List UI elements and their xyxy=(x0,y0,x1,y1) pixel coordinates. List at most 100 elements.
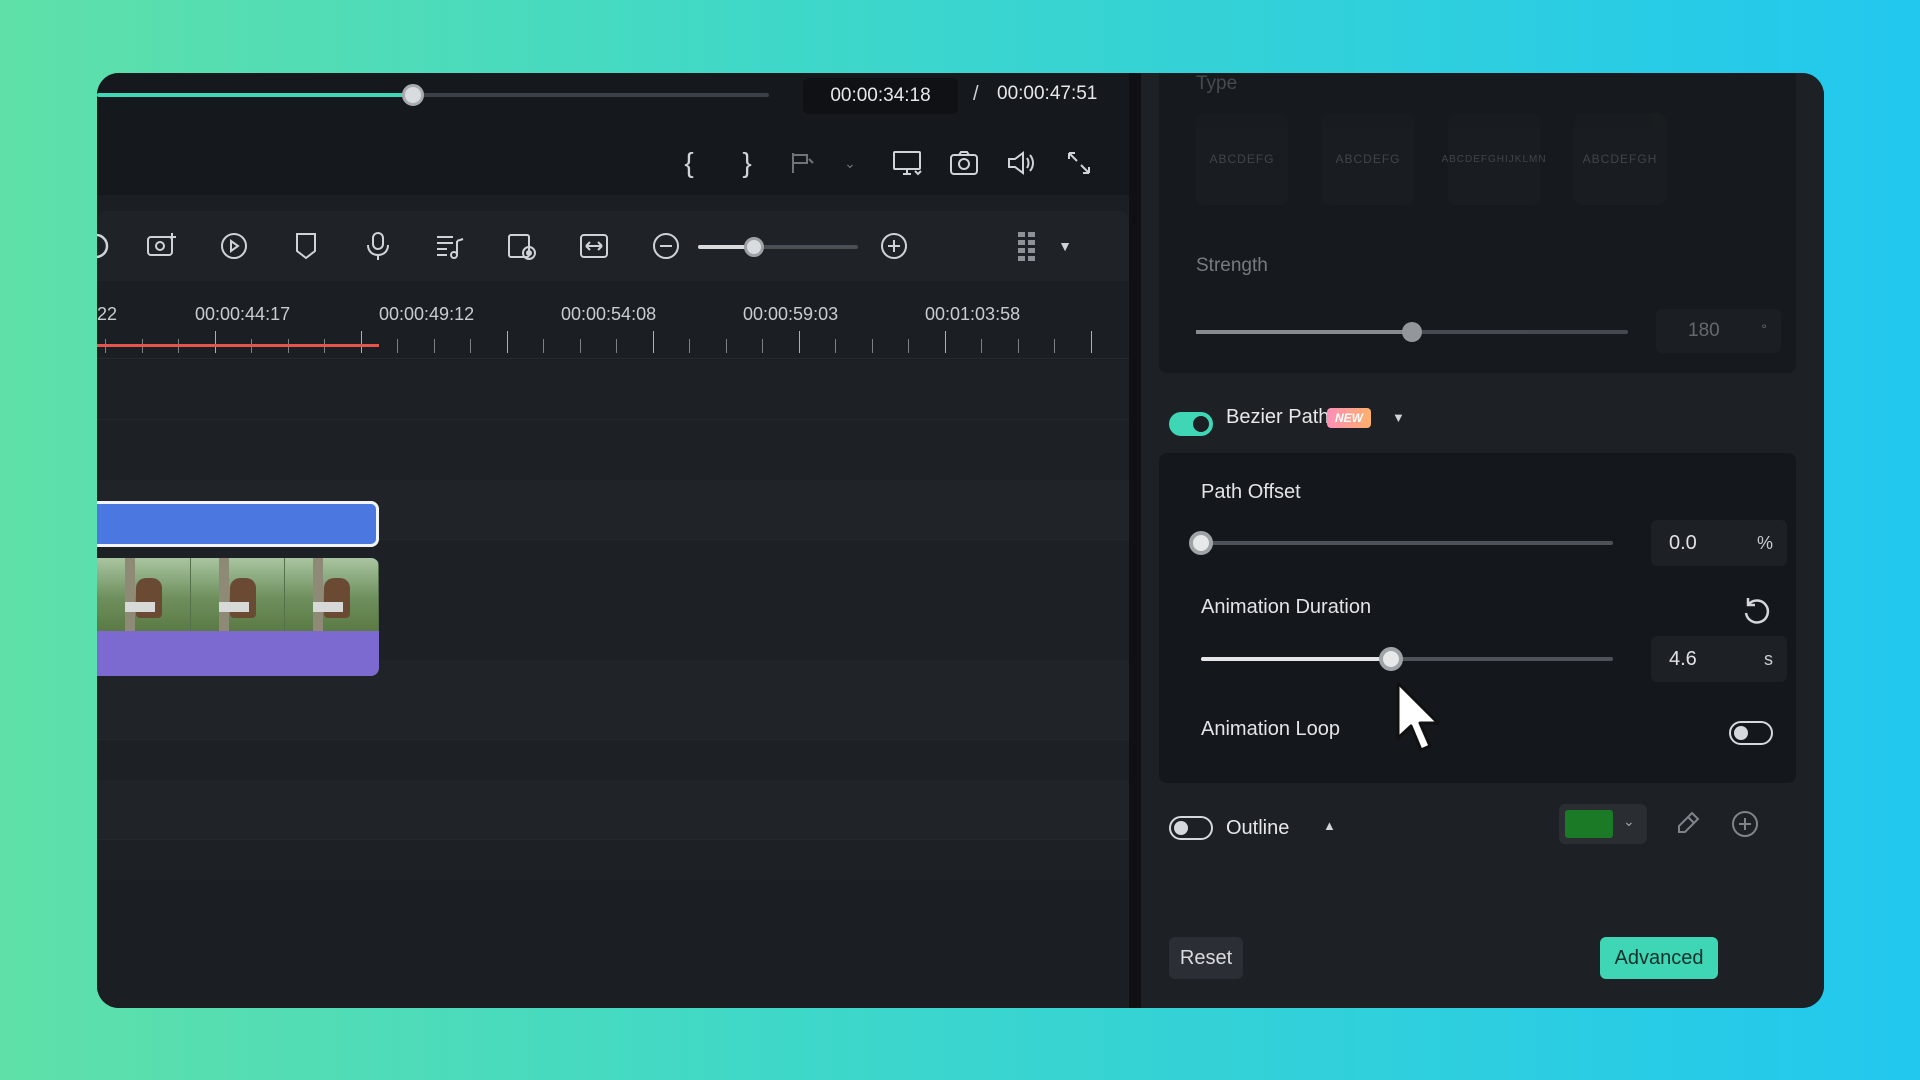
fullscreen-icon[interactable] xyxy=(1059,143,1099,183)
ruler-tick xyxy=(214,331,216,353)
animation-loop-toggle[interactable] xyxy=(1729,721,1773,745)
type-tile-wave[interactable]: ABCDEFG xyxy=(1322,113,1414,205)
track-row xyxy=(97,360,1129,420)
scrubber-fill xyxy=(97,93,413,97)
outline-toggle[interactable] xyxy=(1169,816,1213,840)
microphone-icon[interactable] xyxy=(357,225,399,267)
outline-label: Outline xyxy=(1226,817,1290,839)
thumbnail xyxy=(97,558,191,631)
ruler-tick xyxy=(835,339,836,353)
zoom-in-icon[interactable] xyxy=(873,225,915,267)
timeline-area: 00:00:34:18 / 00:00:47:51 { } ⌄ ▼ 22 00:… xyxy=(97,73,1129,1008)
volume-icon[interactable] xyxy=(1001,143,1041,183)
expand-caret-icon[interactable]: ▲ xyxy=(1323,818,1336,833)
ruler-label: 00:00:59:03 xyxy=(743,304,839,324)
ruler-tick xyxy=(798,331,800,353)
track-row xyxy=(97,780,1129,840)
thumbnail xyxy=(285,558,379,631)
animation-duration-input[interactable]: 4.6 s xyxy=(1651,636,1787,682)
type-tile-flat-arc[interactable]: ABCDEFGH xyxy=(1574,113,1666,205)
title-clip[interactable] xyxy=(97,501,379,547)
mouse-cursor-icon xyxy=(1396,681,1440,752)
strength-label: Strength xyxy=(1196,255,1268,276)
animation-loop-label: Animation Loop xyxy=(1201,718,1340,740)
animation-duration-label: Animation Duration xyxy=(1201,596,1372,618)
ruler-tick xyxy=(506,331,508,353)
ruler-tick xyxy=(397,339,398,353)
ruler-tick xyxy=(470,339,471,353)
snapshot-icon[interactable] xyxy=(944,143,984,183)
ruler-label: 00:00:49:12 xyxy=(379,304,475,324)
fit-icon[interactable] xyxy=(573,225,615,267)
advanced-button[interactable]: Advanced xyxy=(1600,937,1718,979)
player-controls: 00:00:34:18 / 00:00:47:51 { } ⌄ xyxy=(97,73,1129,195)
zoom-slider-knob[interactable] xyxy=(744,237,764,257)
video-thumbnails xyxy=(97,558,379,631)
display-icon[interactable] xyxy=(887,143,927,183)
ruler-label: 00:00:44:17 xyxy=(195,304,291,324)
time-separator: / xyxy=(973,83,979,105)
ruler-label: 22 xyxy=(97,304,118,324)
add-color-icon[interactable] xyxy=(1728,807,1762,841)
mark-in-icon[interactable]: { xyxy=(669,143,709,183)
path-offset-knob[interactable] xyxy=(1189,531,1213,555)
animation-duration-knob[interactable] xyxy=(1378,647,1403,671)
reset-duration-icon[interactable] xyxy=(1739,594,1773,628)
ruler-tick xyxy=(652,331,654,353)
collapse-caret-icon[interactable]: ▼ xyxy=(1392,410,1405,425)
ruler-label: 00:00:54:08 xyxy=(561,304,657,324)
add-video-icon[interactable] xyxy=(141,225,183,267)
partial-icon[interactable] xyxy=(97,225,117,267)
strength-input[interactable]: 180 ° xyxy=(1656,309,1781,353)
path-offset-slider[interactable] xyxy=(1189,531,1613,555)
type-tile-arc[interactable]: ABCDEFG xyxy=(1196,113,1288,205)
ruler-tick xyxy=(579,339,581,353)
type-tile-circle[interactable]: ABCDEFGHIJKLMN xyxy=(1441,113,1546,205)
strength-slider-fill xyxy=(1196,330,1412,334)
timeline-ruler[interactable]: 22 00:00:44:17 00:00:49:12 00:00:54:08 0… xyxy=(97,281,1129,359)
scrubber-knob[interactable] xyxy=(401,84,424,106)
timeline-toolbar: ▼ xyxy=(97,211,1129,281)
panel-divider[interactable] xyxy=(1129,73,1141,1008)
ruler-tick xyxy=(616,339,617,353)
layout-grid-icon[interactable] xyxy=(1006,225,1048,267)
zoom-out-icon[interactable] xyxy=(645,225,687,267)
path-offset-value: 0.0 xyxy=(1669,532,1697,554)
ruler-tick xyxy=(433,339,435,353)
path-offset-input[interactable]: 0.0 % xyxy=(1651,520,1787,566)
mark-out-icon[interactable]: } xyxy=(727,143,767,183)
outline-color-picker[interactable]: ⌄ xyxy=(1559,804,1647,844)
animation-duration-slider[interactable] xyxy=(1201,647,1613,671)
text-path-card: Type ABCDEFG ABCDEFG ABCDEFGHIJKLMN ABCD… xyxy=(1159,73,1796,373)
total-time: 00:00:47:51 xyxy=(997,83,1098,104)
split-dropdown-icon[interactable]: ⌄ xyxy=(830,143,870,183)
selected-range-bar xyxy=(97,344,379,347)
ruler-tick xyxy=(981,339,982,353)
strength-slider-knob[interactable] xyxy=(1402,322,1422,342)
ruler-tick xyxy=(725,339,727,353)
music-list-icon[interactable] xyxy=(429,225,471,267)
zoom-slider[interactable] xyxy=(698,237,858,257)
ruler-tick xyxy=(944,331,946,353)
outline-color-swatch xyxy=(1565,810,1613,838)
video-clip[interactable] xyxy=(97,558,379,676)
properties-panel: Type ABCDEFG ABCDEFG ABCDEFGHIJKLMN ABCD… xyxy=(1141,73,1824,1008)
animation-duration-fill xyxy=(1201,657,1391,661)
marker-icon[interactable] xyxy=(285,225,327,267)
playback-scrubber[interactable] xyxy=(97,84,769,106)
bezier-path-card: Path Offset 0.0 % Animation Duration 4.6… xyxy=(1159,453,1796,783)
eyedropper-icon[interactable] xyxy=(1671,808,1703,840)
ruler-tick xyxy=(1090,331,1092,353)
bezier-path-label: Bezier Path xyxy=(1226,406,1330,428)
path-offset-unit: % xyxy=(1756,533,1773,553)
bezier-path-toggle[interactable] xyxy=(1169,412,1213,436)
play-circle-icon[interactable] xyxy=(213,225,255,267)
split-icon[interactable] xyxy=(783,143,823,183)
ruler-tick xyxy=(871,339,873,353)
dropdown-caret-icon[interactable]: ▼ xyxy=(1044,225,1086,267)
preview-icon[interactable] xyxy=(501,225,543,267)
current-time: 00:00:34:18 xyxy=(803,78,958,114)
chevron-down-icon: ⌄ xyxy=(1623,813,1635,829)
reset-button[interactable]: Reset xyxy=(1169,937,1243,979)
strength-slider[interactable] xyxy=(1196,322,1628,342)
